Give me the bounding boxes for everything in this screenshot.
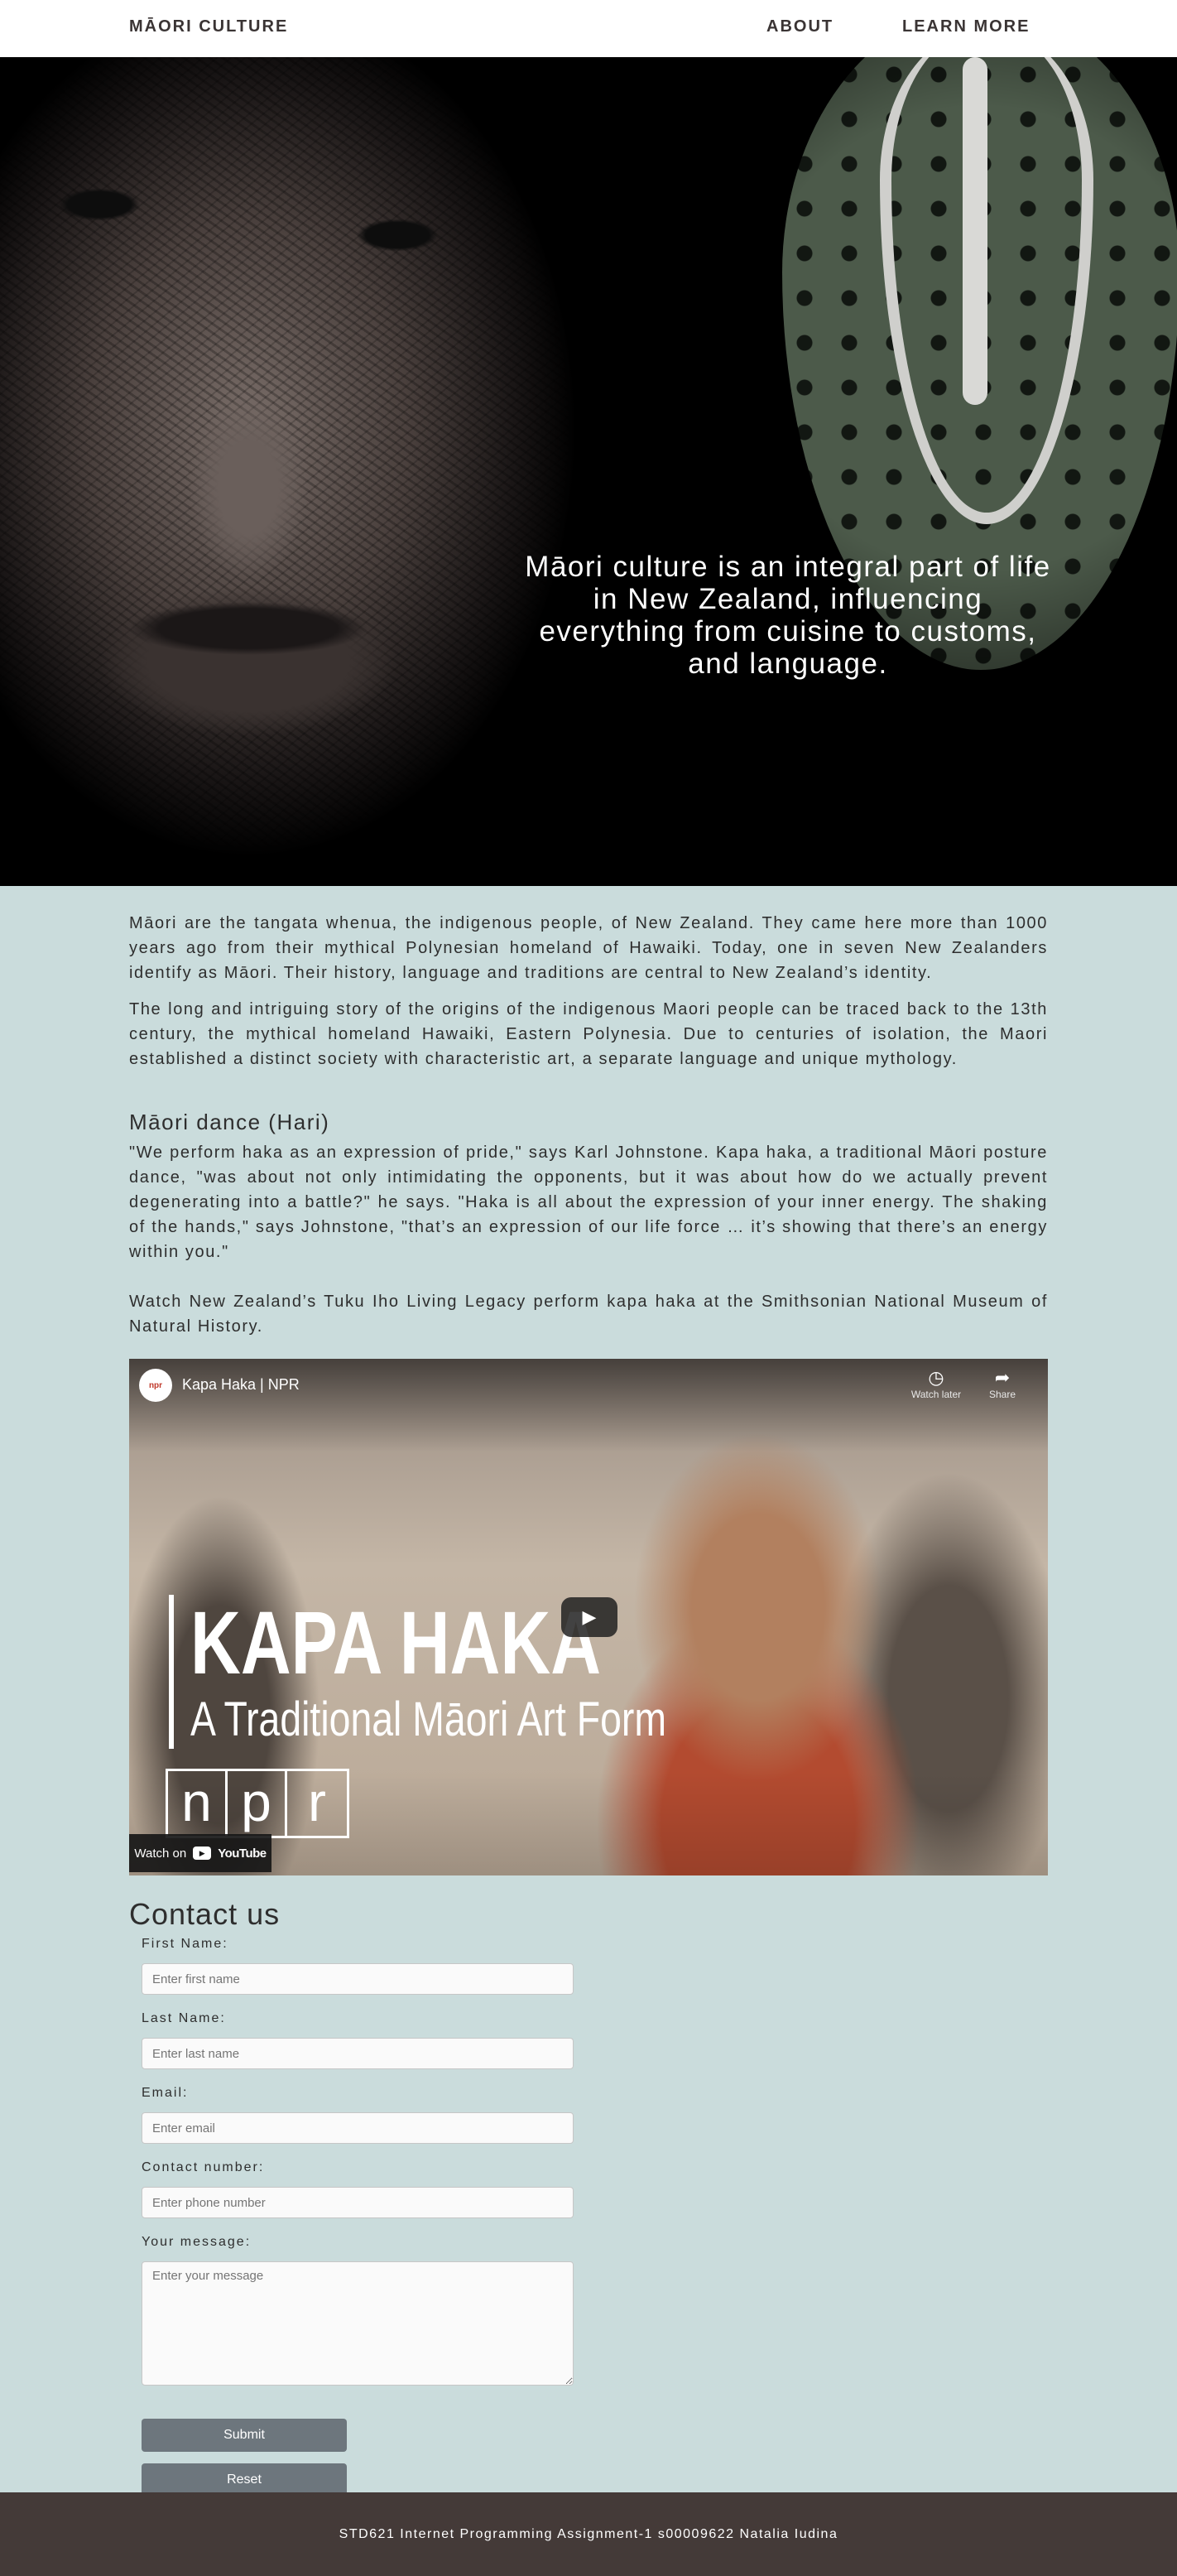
- submit-button[interactable]: Submit: [142, 2419, 347, 2452]
- message-field[interactable]: [142, 2261, 574, 2386]
- play-icon: ▶: [582, 1606, 597, 1627]
- share-arrow-icon: ➦: [994, 1367, 1011, 1388]
- hero-banner: Māori culture is an integral part of lif…: [0, 57, 1177, 886]
- watch-on-youtube-button[interactable]: Watch on ▶ YouTube: [129, 1834, 271, 1872]
- contact-title: Contact us: [129, 1897, 281, 1931]
- brand-link[interactable]: MĀORI CULTURE: [129, 17, 288, 36]
- npr-letter: r: [308, 1771, 326, 1832]
- footer-text: STD621 Internet Programming Assignment-1…: [339, 2527, 838, 2541]
- last-name-field[interactable]: [142, 2038, 574, 2069]
- share-label: Share: [988, 1389, 1016, 1400]
- intro-paragraph: The long and intriguing story of the ori…: [129, 1000, 1048, 1068]
- npr-letter: n: [168, 1771, 228, 1836]
- youtube-wordmark: YouTube: [218, 1846, 267, 1861]
- youtube-logo-icon: ▶: [193, 1847, 212, 1860]
- dance-watch-text: Watch New Zealand’s Tuku Iho Living Lega…: [129, 1293, 1048, 1336]
- thumbnail-subtitle: A Traditional Māori Art Form: [190, 1692, 667, 1746]
- page-footer: STD621 Internet Programming Assignment-1…: [0, 2492, 1177, 2576]
- share-button[interactable]: ➦ Share: [973, 1367, 1031, 1400]
- dance-quote: "We perform haka as an expression of pri…: [129, 1144, 1048, 1261]
- page: MĀORI CULTURE ABOUT LEARN MORE Māori cul…: [0, 0, 1177, 2576]
- message-label: Your message:: [142, 2235, 252, 2249]
- watch-on-label: Watch on: [134, 1846, 187, 1861]
- contact-number-label: Contact number:: [142, 2160, 265, 2174]
- nav-link-learn-more[interactable]: LEARN MORE: [902, 17, 1030, 36]
- video-thumbnail-headline: KAPA HAKA A Traditional Māori Art Form: [169, 1595, 785, 1749]
- main-content: Māori are the tangata whenua, the indige…: [0, 886, 1177, 2497]
- watch-later-label: Watch later: [910, 1389, 962, 1400]
- npr-letter: p: [228, 1771, 287, 1836]
- contact-form: First Name: Last Name: Email: Contact nu…: [129, 1937, 1048, 2497]
- npr-logo: n p r: [166, 1769, 349, 1838]
- first-name-field[interactable]: [142, 1963, 574, 1995]
- reset-button[interactable]: Reset: [142, 2463, 347, 2497]
- email-label: Email:: [142, 2086, 189, 2100]
- intro-paragraph: Māori are the tangata whenua, the indige…: [129, 914, 1048, 982]
- email-field[interactable]: [142, 2112, 574, 2144]
- intro-section: Māori are the tangata whenua, the indige…: [129, 886, 1048, 1071]
- hero-headline: Māori culture is an integral part of lif…: [525, 551, 1051, 680]
- channel-avatar[interactable]: npr: [139, 1369, 172, 1402]
- video-player[interactable]: npr Kapa Haka | NPR ◷ Watch later ➦ Shar…: [129, 1359, 1048, 1875]
- hero-portrait-image: [0, 57, 662, 886]
- last-name-label: Last Name:: [142, 2011, 226, 2025]
- clock-icon: ◷: [928, 1367, 944, 1388]
- watch-later-button[interactable]: ◷ Watch later: [907, 1367, 965, 1400]
- contact-number-field[interactable]: [142, 2187, 574, 2218]
- top-nav: MĀORI CULTURE ABOUT LEARN MORE: [0, 0, 1177, 57]
- nav-link-about[interactable]: ABOUT: [766, 17, 834, 36]
- dance-section-title: Māori dance (Hari): [129, 1110, 330, 1134]
- video-title[interactable]: Kapa Haka | NPR: [182, 1376, 300, 1394]
- first-name-label: First Name:: [142, 1937, 228, 1951]
- play-button[interactable]: ▶: [561, 1597, 617, 1637]
